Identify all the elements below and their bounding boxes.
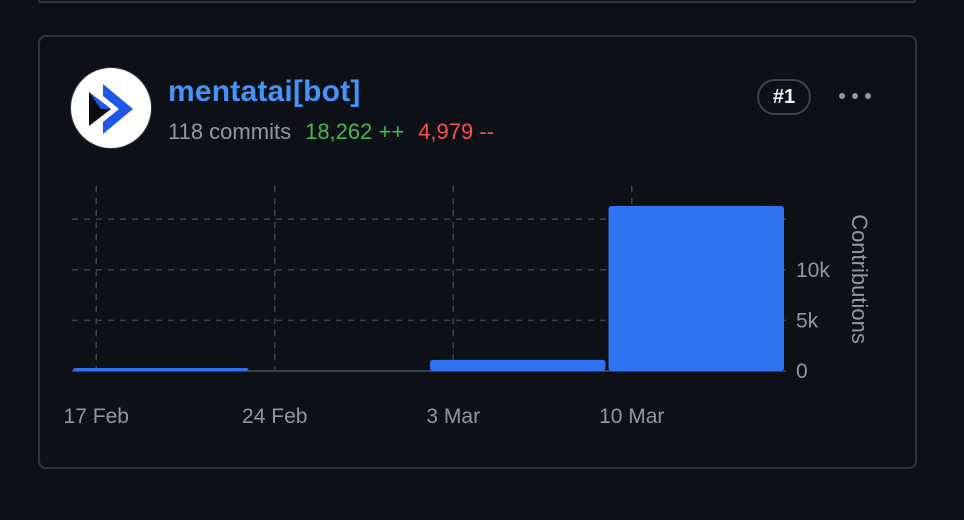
chart-x-tick-label: 24 Feb (242, 405, 307, 428)
chart-y-tick-label: 10k (796, 259, 830, 282)
chart-bar (608, 206, 784, 371)
chart-y-tick-label: 0 (796, 360, 808, 383)
chart-y-tick-label: 5k (796, 309, 819, 332)
chart-x-tick-label: 17 Feb (64, 405, 129, 428)
chart-bar (73, 368, 249, 371)
chart-y-axis-label: Contributions (847, 214, 872, 344)
chart-x-tick-label: 3 Mar (426, 405, 480, 428)
contributions-chart: 17 Feb 24 Feb 3 Mar 10 Mar 0 5k 10k Contributio… (64, 186, 872, 428)
chart-x-tick-label: 10 Mar (599, 405, 664, 428)
chart-bar (430, 359, 606, 371)
